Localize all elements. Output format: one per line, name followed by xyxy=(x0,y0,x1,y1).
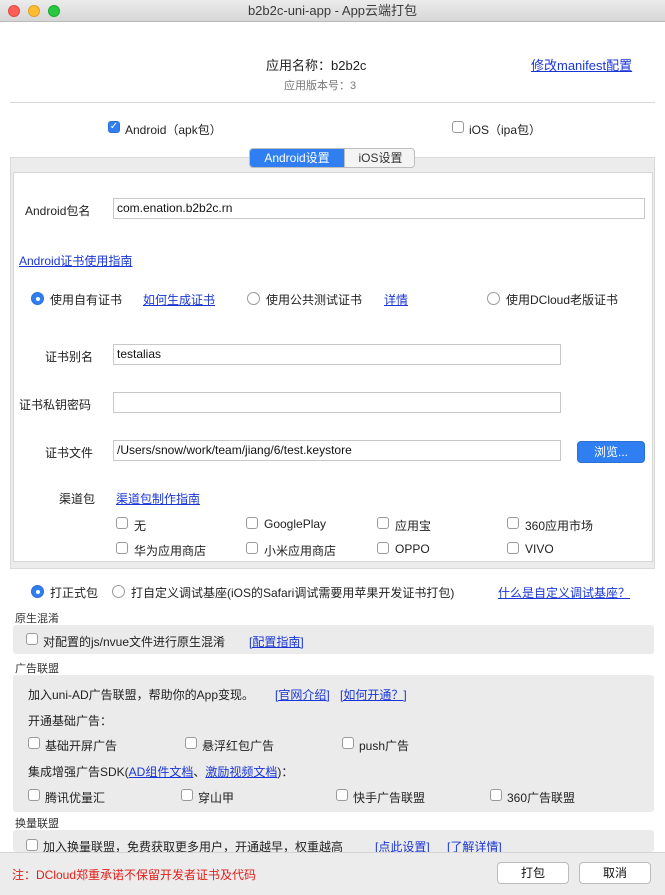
own-cert-label: 使用自有证书 xyxy=(50,293,123,307)
divider xyxy=(10,102,655,103)
obfuscation-checkbox[interactable] xyxy=(26,633,38,645)
ads-sdk-line: 集成增强广告SDK(AD组件文档、激励视频文档)： xyxy=(28,763,293,780)
public-cert-details-link[interactable]: 详情 xyxy=(384,291,408,308)
zoom-window-button[interactable] xyxy=(48,5,60,17)
sdk-tencent-label: 腾讯优量汇 xyxy=(45,791,106,805)
exchange-section: 加入换量联盟，免费获取更多用户，开通越早，权重越高 [点此设置] [了解详情] xyxy=(13,830,654,852)
channel-label-xiaomi: 小米应用商店 xyxy=(264,544,337,558)
channel-label-yingyongbao: 应用宝 xyxy=(395,519,432,533)
channel-label-none: 无 xyxy=(134,519,147,533)
exchange-section-title: 换量联盟 xyxy=(15,818,59,830)
ads-basic-label: 开通基础广告： xyxy=(28,714,113,728)
platform-tabs: Android设置 iOS设置 xyxy=(249,148,415,168)
edit-manifest-link[interactable]: 修改manifest配置 xyxy=(531,55,632,74)
obfuscation-section-title: 原生混淆 xyxy=(15,613,59,625)
android-settings-form xyxy=(13,172,653,562)
ads-sdk-separator: 、 xyxy=(193,765,206,779)
channel-checkbox-googleplay[interactable] xyxy=(246,517,258,529)
close-window-button[interactable] xyxy=(8,5,20,17)
rewarded-video-doc-link[interactable]: 激励视频文档 xyxy=(205,765,277,779)
obfuscation-guide-link[interactable]: [配置指南] xyxy=(249,633,304,650)
exchange-checkbox[interactable] xyxy=(26,839,38,851)
channel-label-oppo: OPPO xyxy=(395,542,430,556)
android-platform-label: Android（apk包） xyxy=(125,123,222,137)
sdk-kuaishou-label: 快手广告联盟 xyxy=(353,791,426,805)
own-cert-radio[interactable] xyxy=(31,292,44,305)
sdk-360-checkbox[interactable] xyxy=(490,789,502,801)
cert-file-label: 证书文件 xyxy=(45,446,94,460)
dcloud-old-cert-radio[interactable] xyxy=(487,292,500,305)
exchange-learn-more-link[interactable]: [了解详情] xyxy=(447,838,502,852)
ads-how-to-open-link[interactable]: [如何开通？] xyxy=(340,686,407,703)
custom-debug-build-label: 打自定义调试基座(iOS的Safari调试需要用苹果开发证书打包) xyxy=(131,586,455,600)
channel-label-360: 360应用市场 xyxy=(525,519,594,533)
channel-checkbox-none[interactable] xyxy=(116,517,128,529)
ads-section-title: 广告联盟 xyxy=(15,663,59,675)
formal-build-label: 打正式包 xyxy=(50,586,99,600)
channel-label-huawei: 华为应用商店 xyxy=(134,544,207,558)
channel-guide-link[interactable]: 渠道包制作指南 xyxy=(116,490,200,507)
formal-build-radio[interactable] xyxy=(31,585,44,598)
sdk-pangle-checkbox[interactable] xyxy=(181,789,193,801)
android-cert-guide-link[interactable]: Android证书使用指南 xyxy=(19,252,132,269)
dcloud-old-cert-label: 使用DCloud老版证书 xyxy=(506,293,619,307)
ad-floating-redpacket-checkbox[interactable] xyxy=(185,737,197,749)
cert-alias-input[interactable]: testalias xyxy=(113,344,561,365)
browse-cert-button[interactable]: 浏览... xyxy=(577,441,645,463)
sdk-pangle-label: 穿山甲 xyxy=(198,791,235,805)
channel-checkbox-360[interactable] xyxy=(507,517,519,529)
cert-alias-label: 证书别名 xyxy=(45,350,94,364)
package-name-input[interactable]: com.enation.b2b2c.rn xyxy=(113,198,645,219)
ad-component-doc-link[interactable]: AD组件文档 xyxy=(129,765,194,779)
ads-official-link[interactable]: [官网介绍] xyxy=(275,686,330,703)
public-test-cert-radio[interactable] xyxy=(247,292,260,305)
cancel-button[interactable]: 取消 xyxy=(579,862,651,884)
tab-android-settings[interactable]: Android设置 xyxy=(250,149,344,167)
ads-intro-text: 加入uni-AD广告联盟，帮助你的App变现。 xyxy=(28,688,255,702)
exchange-option-label: 加入换量联盟，免费获取更多用户，开通越早，权重越高 xyxy=(43,840,344,852)
package-name-label: Android包名 xyxy=(25,204,91,218)
minimize-window-button[interactable] xyxy=(28,5,40,17)
app-name-label: 应用名称：b2b2c xyxy=(266,58,367,73)
ad-splash-label: 基础开屏广告 xyxy=(45,739,118,753)
ad-splash-checkbox[interactable] xyxy=(28,737,40,749)
sdk-360-label: 360广告联盟 xyxy=(507,791,576,805)
ads-sdk-suffix: )： xyxy=(277,765,294,779)
public-test-cert-label: 使用公共测试证书 xyxy=(266,293,363,307)
cert-password-input[interactable] xyxy=(113,392,561,413)
channel-checkbox-vivo[interactable] xyxy=(507,542,519,554)
channel-label-googleplay: GooglePlay xyxy=(264,517,327,531)
ios-platform-label: iOS（ipa包） xyxy=(469,123,542,137)
channel-checkbox-yingyongbao[interactable] xyxy=(377,517,389,529)
cert-password-label: 证书私钥密码 xyxy=(19,398,92,412)
pack-button[interactable]: 打包 xyxy=(497,862,569,884)
app-version-label: 应用版本号：3 xyxy=(284,80,357,92)
footer-notice: 注：DCloud郑重承诺不保留开发者证书及代码 xyxy=(12,868,257,882)
tab-ios-settings[interactable]: iOS设置 xyxy=(344,149,414,167)
channel-checkbox-huawei[interactable] xyxy=(116,542,128,554)
sdk-tencent-checkbox[interactable] xyxy=(28,789,40,801)
ads-sdk-prefix: 集成增强广告SDK( xyxy=(28,765,129,779)
channel-label-vivo: VIVO xyxy=(525,542,554,556)
custom-debug-build-radio[interactable] xyxy=(112,585,125,598)
window-title: b2b2c-uni-app - App云端打包 xyxy=(247,3,418,18)
ad-push-label: push广告 xyxy=(359,739,410,753)
obfuscation-option-label: 对配置的js/nvue文件进行原生混淆 xyxy=(43,635,226,649)
sdk-kuaishou-checkbox[interactable] xyxy=(336,789,348,801)
android-checkbox[interactable]: ✓ xyxy=(108,121,120,133)
exchange-settings-link[interactable]: [点此设置] xyxy=(375,838,430,852)
ad-floating-redpacket-label: 悬浮红包广告 xyxy=(202,739,275,753)
channel-label: 渠道包 xyxy=(59,492,96,506)
how-to-generate-cert-link[interactable]: 如何生成证书 xyxy=(143,291,215,308)
channel-checkbox-oppo[interactable] xyxy=(377,542,389,554)
cert-file-input[interactable]: /Users/snow/work/team/jiang/6/test.keyst… xyxy=(113,440,561,461)
window-titlebar: b2b2c-uni-app - App云端打包 xyxy=(0,0,665,22)
what-is-custom-debug-link[interactable]: 什么是自定义调试基座？ xyxy=(498,584,630,601)
channel-checkbox-xiaomi[interactable] xyxy=(246,542,258,554)
ad-push-checkbox[interactable] xyxy=(342,737,354,749)
ios-checkbox[interactable] xyxy=(452,121,464,133)
